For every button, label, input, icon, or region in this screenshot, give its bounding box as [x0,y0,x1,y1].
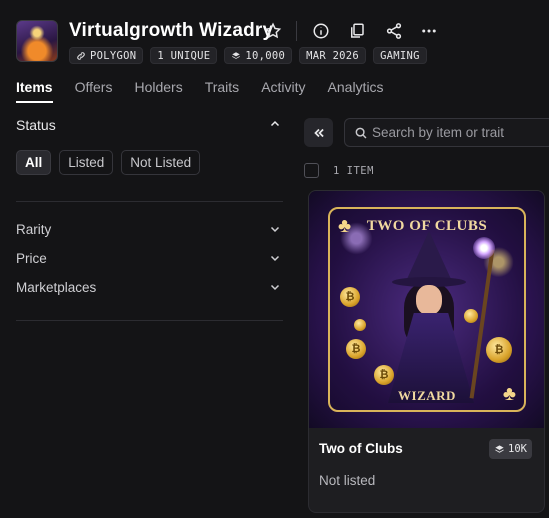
status-label: Status [16,117,56,133]
search-icon [355,127,367,139]
date-badge: MAR 2026 [299,47,367,64]
link-icon [77,51,85,60]
select-all-checkbox[interactable] [304,163,319,178]
info-icon[interactable] [309,19,333,43]
bitcoin-coin-icon: ₿ [346,339,366,359]
chevron-up-icon [270,120,280,127]
supply-label: 10,000 [245,49,286,62]
bitcoin-coin-icon [464,309,478,323]
facet-rarity-label: Rarity [16,222,52,237]
status-filters: All Listed Not Listed [16,150,283,175]
chain-label: POLYGON [90,49,137,62]
search-input[interactable] [372,119,549,146]
collection-header: Virtualgrowth Wizadry POLYGON 1 UNIQUE 1… [16,18,549,66]
divider [16,320,283,321]
status-section-header[interactable]: Status [16,110,283,138]
collection-avatar[interactable] [16,20,58,62]
facet-price[interactable]: Price [16,244,283,273]
facet-rarity[interactable]: Rarity [16,215,283,244]
bitcoin-coin-icon [354,319,366,331]
unique-label: 1 UNIQUE [157,49,211,62]
club-suit-icon: ♣ [338,215,352,237]
bitcoin-coin-icon: ₿ [374,365,394,385]
bitcoin-coin-icon: ₿ [340,287,360,307]
listing-status: Not listed [319,473,376,488]
filter-not-listed[interactable]: Not Listed [121,150,201,175]
chevron-down-icon [270,226,280,233]
item-card[interactable]: TWO OF CLUBS ♣ ♣ ₿ ₿ ₿ ₿ WIZARD Two of C… [308,190,545,513]
supply-badge: 10,000 [224,47,293,64]
facet-marketplaces[interactable]: Marketplaces [16,273,283,302]
tab-traits[interactable]: Traits [205,79,239,103]
tab-holders[interactable]: Holders [134,79,182,103]
star-icon[interactable] [261,19,285,43]
item-count: 1 ITEM [333,165,374,177]
staff-orb [473,237,495,259]
card-frame: TWO OF CLUBS ♣ ♣ ₿ ₿ ₿ ₿ WIZARD [328,207,526,412]
collection-title: Virtualgrowth Wizadry [69,20,274,41]
date-label: MAR 2026 [306,49,360,62]
search-box[interactable] [344,118,549,147]
filter-sidebar: Status All Listed Not Listed Rarity Pric… [16,110,283,321]
unique-badge: 1 UNIQUE [150,47,218,64]
double-chevron-left-icon [313,128,324,137]
chevron-down-icon [270,255,280,262]
share-icon[interactable] [382,19,406,43]
tab-items[interactable]: Items [16,79,53,103]
tab-activity[interactable]: Activity [261,79,305,103]
item-name[interactable]: Two of Clubs [319,441,403,456]
artwork-footer: WIZARD [398,388,456,403]
collapse-sidebar-button[interactable] [304,118,333,147]
wizard-staff [469,249,495,399]
collection-badges: POLYGON 1 UNIQUE 10,000 MAR 2026 GAMING [69,47,427,64]
collection-tabs: Items Offers Holders Traits Activity Ana… [16,79,406,103]
more-options-icon[interactable] [417,19,441,43]
category-badge[interactable]: GAMING [373,47,427,64]
bitcoin-coin-icon: ₿ [486,337,512,363]
results-bar: 1 ITEM [304,163,549,181]
stack-icon [232,51,241,59]
copy-icon[interactable] [345,19,369,43]
filter-all[interactable]: All [16,150,52,175]
wizard-hat [407,231,451,279]
quantity-chip: 10K [489,439,532,459]
header-divider [296,21,297,41]
tab-analytics[interactable]: Analytics [328,79,384,103]
chain-badge[interactable]: POLYGON [69,47,144,64]
wizard-face [416,285,442,315]
chevron-down-icon [270,284,280,291]
quantity-label: 10K [508,443,527,455]
tab-offers[interactable]: Offers [75,79,113,103]
item-artwork: TWO OF CLUBS ♣ ♣ ₿ ₿ ₿ ₿ WIZARD [309,191,544,428]
stack-icon [495,444,504,453]
category-label: GAMING [380,49,420,62]
facet-price-label: Price [16,251,47,266]
filter-listed[interactable]: Listed [59,150,114,175]
facet-marketplaces-label: Marketplaces [16,280,97,295]
